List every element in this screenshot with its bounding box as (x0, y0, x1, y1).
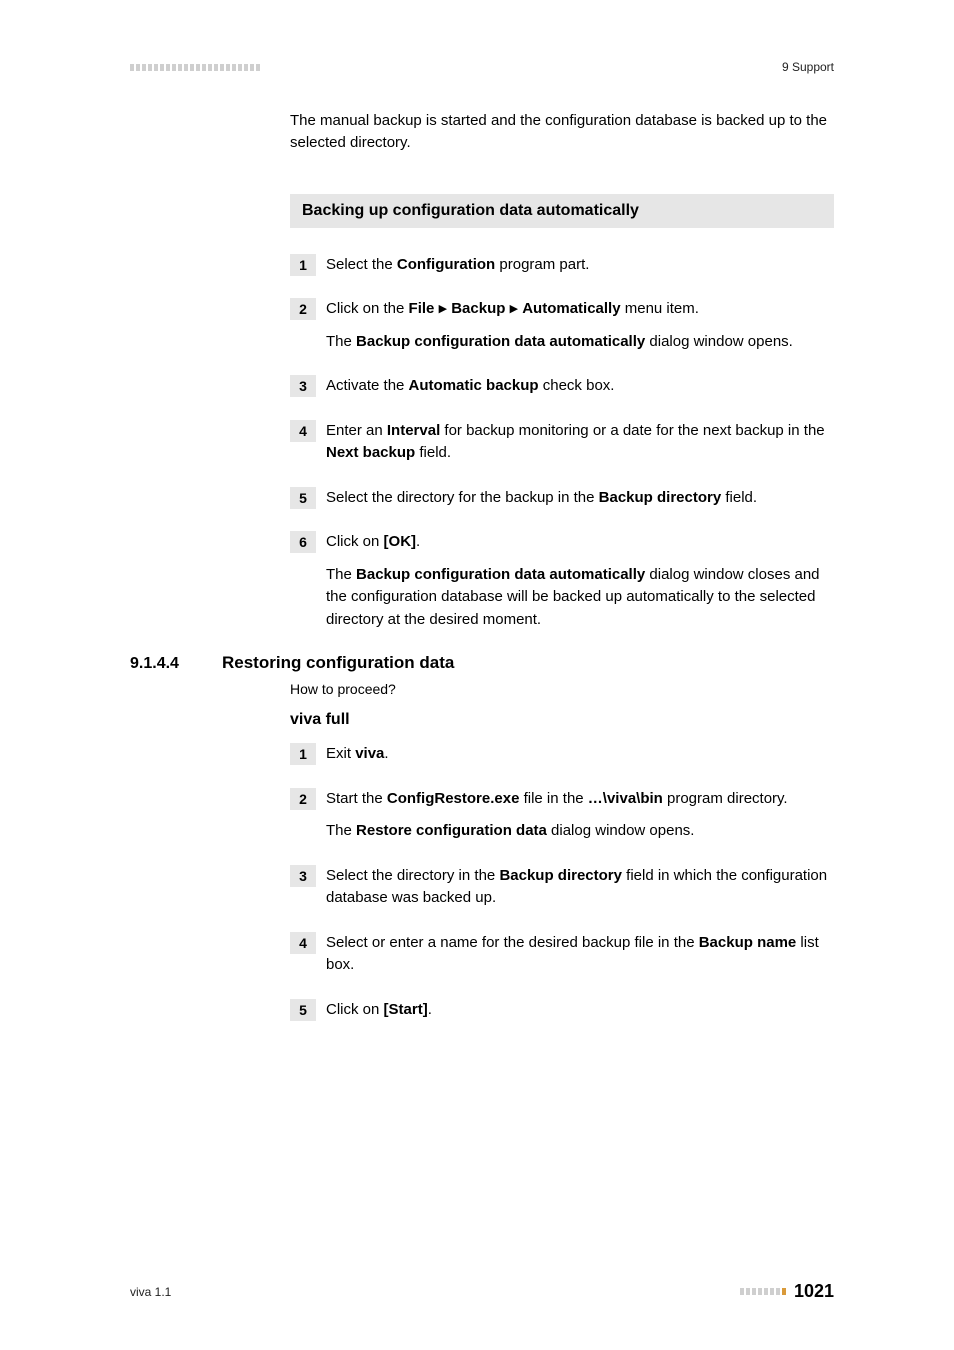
content-area: The manual backup is started and the con… (290, 110, 834, 1021)
steps-list-2: 1 Exit viva. 2 Start the ConfigRestore.exe … (290, 743, 834, 1021)
page: 9 Support The manual backup is started a… (0, 0, 954, 1350)
step-body: Select the directory for the backup in t… (326, 487, 834, 510)
step-number: 3 (290, 865, 316, 887)
step-number: 5 (290, 487, 316, 509)
step: 5 Select the directory for the backup in … (290, 487, 834, 510)
step-text: Enter an Interval for backup monitoring … (326, 420, 834, 465)
step-body: Exit viva. (326, 743, 834, 766)
footer-version: viva 1.1 (130, 1285, 171, 1299)
step-body: Activate the Automatic backup check box. (326, 375, 834, 398)
step-text: The Restore configuration data dialog wi… (326, 820, 834, 843)
steps-list-1: 1 Select the Configuration program part. 2… (290, 254, 834, 632)
step-number: 2 (290, 788, 316, 810)
step-body: Select or enter a name for the desired b… (326, 932, 834, 977)
step-text: The Backup configuration data automatica… (326, 564, 834, 632)
step-number: 4 (290, 420, 316, 442)
step: 4 Enter an Interval for backup monitoring… (290, 420, 834, 465)
step-number: 4 (290, 932, 316, 954)
step: 5 Click on [Start]. (290, 999, 834, 1022)
step-text: Start the ConfigRestore.exe file in the … (326, 788, 834, 811)
subsection-title: Restoring configuration data (222, 653, 454, 673)
step-body: Click on [Start]. (326, 999, 834, 1022)
step-number: 5 (290, 999, 316, 1021)
step-text: The Backup configuration data automatica… (326, 331, 834, 354)
footer-decoration (740, 1288, 786, 1295)
step-text: Select or enter a name for the desired b… (326, 932, 834, 977)
step: 1 Select the Configuration program part. (290, 254, 834, 277)
step-body: Click on the File ▶ Backup ▶ Automatical… (326, 298, 834, 353)
step: 6 Click on [OK]. The Backup configuration … (290, 531, 834, 631)
step-number: 3 (290, 375, 316, 397)
step-text: Select the directory for the backup in t… (326, 487, 834, 510)
step: 2 Start the ConfigRestore.exe file in the… (290, 788, 834, 843)
step-text: Select the directory in the Backup direc… (326, 865, 834, 910)
step-body: Enter an Interval for backup monitoring … (326, 420, 834, 465)
step-number: 1 (290, 743, 316, 765)
step: 3 Select the directory in the Backup dire… (290, 865, 834, 910)
step-text: Select the Configuration program part. (326, 254, 834, 277)
page-header: 9 Support (130, 60, 834, 74)
intro-text: The manual backup is started and the con… (290, 110, 834, 154)
step-body: Select the directory in the Backup direc… (326, 865, 834, 910)
step-number: 2 (290, 298, 316, 320)
step-text: Click on [OK]. (326, 531, 834, 554)
section-heading: Backing up configuration data automatica… (290, 194, 834, 228)
how-to-proceed: How to proceed? (290, 681, 834, 697)
step: 3 Activate the Automatic backup check box… (290, 375, 834, 398)
subsection-heading-row: 9.1.4.4 Restoring configuration data (130, 653, 834, 673)
header-decoration (130, 64, 260, 71)
header-section-label: 9 Support (782, 60, 834, 74)
footer-right: 1021 (740, 1281, 834, 1302)
step: 2 Click on the File ▶ Backup ▶ Automatica… (290, 298, 834, 353)
step-body: Start the ConfigRestore.exe file in the … (326, 788, 834, 843)
step-text: Click on the File ▶ Backup ▶ Automatical… (326, 298, 834, 321)
subsection-number: 9.1.4.4 (130, 655, 222, 673)
step-body: Select the Configuration program part. (326, 254, 834, 277)
viva-full-label: viva full (290, 711, 834, 729)
step: 1 Exit viva. (290, 743, 834, 766)
step-body: Click on [OK]. The Backup configuration d… (326, 531, 834, 631)
step-text: Exit viva. (326, 743, 834, 766)
step-text: Activate the Automatic backup check box. (326, 375, 834, 398)
step-number: 6 (290, 531, 316, 553)
step-text: Click on [Start]. (326, 999, 834, 1022)
step-number: 1 (290, 254, 316, 276)
page-number: 1021 (794, 1281, 834, 1302)
page-footer: viva 1.1 1021 (130, 1281, 834, 1302)
step: 4 Select or enter a name for the desired … (290, 932, 834, 977)
